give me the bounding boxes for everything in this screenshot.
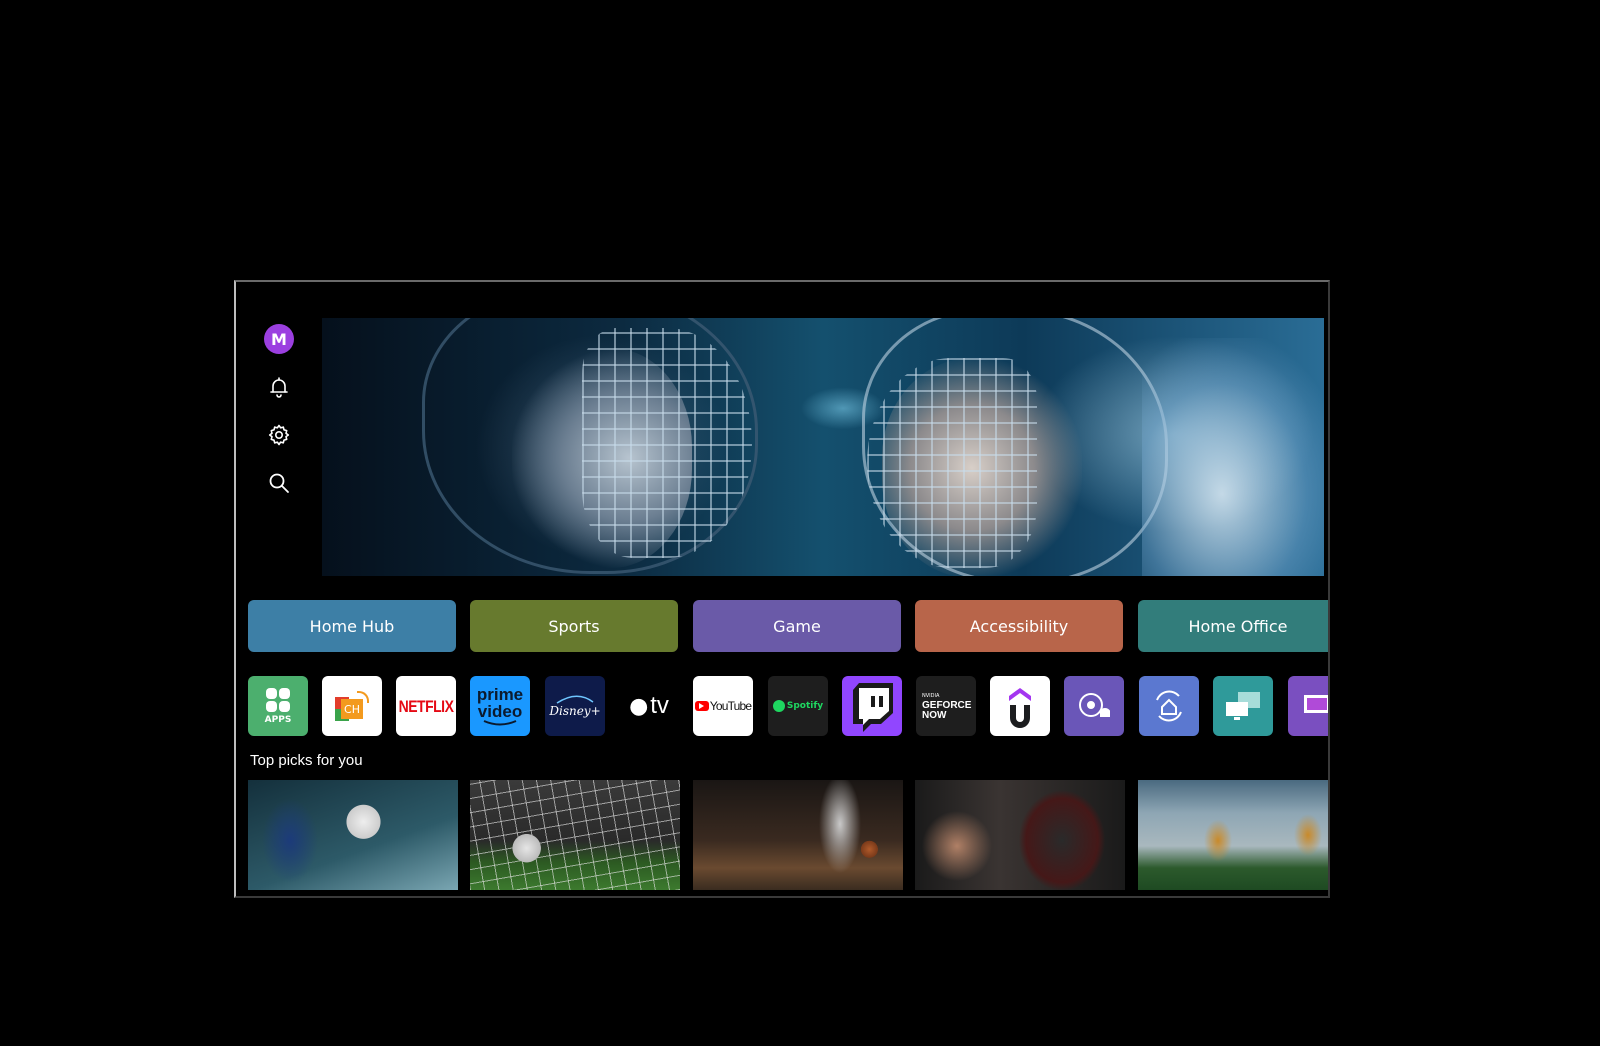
category-label: Home Hub [309,616,395,636]
app-netflix[interactable]: NETFLIX [396,676,456,736]
app-home-hub[interactable] [1139,676,1199,736]
category-game[interactable]: Game [693,600,901,652]
avatar-initial: M [271,329,287,349]
pick-basketball[interactable] [693,780,903,890]
screen-music-icon [1304,695,1328,713]
notifications-button[interactable] [262,370,296,404]
spotify-icon [772,700,785,712]
search-button[interactable] [262,466,296,500]
apps-grid-icon [266,688,290,712]
app-label: APPS [264,715,292,725]
twitch-icon [853,683,893,732]
hero-banner[interactable] [322,318,1324,576]
top-picks-title: Top picks for you [250,752,363,769]
category-sports[interactable]: Sports [470,600,678,652]
app-music[interactable] [1288,676,1328,736]
youtube-play-icon [694,701,709,711]
hero-cage-right [867,358,1037,568]
apple-icon: ● [629,693,649,719]
settings-button[interactable] [262,418,296,452]
category-row: Home Hub Sports Game Accessibility Home … [248,600,1328,652]
search-icon [269,473,289,493]
screen-share-icon [1226,692,1260,720]
app-sports-alert[interactable] [1064,676,1124,736]
soccer-bell-icon [1079,693,1110,717]
app-label-top: prime [476,685,524,704]
app-label: Spotify [786,701,824,711]
category-label: Accessibility [969,616,1069,636]
gear-icon [268,424,290,446]
app-label: NETFLIX [398,696,454,716]
category-label: Game [773,616,821,636]
app-apps[interactable]: APPS [248,676,308,736]
app-geforce-now[interactable]: NVIDIA GEFORCE NOW [916,676,976,736]
bell-icon [270,377,288,398]
pick-american-football[interactable] [1138,780,1328,890]
avatar: M [264,324,294,354]
app-disney-plus[interactable]: Disney+ [545,676,605,736]
app-label-bottom: NOW [922,710,947,721]
app-youtube[interactable]: YouTube [693,676,753,736]
disney-arc-icon [556,695,594,704]
pick-soccer-goal-net[interactable] [470,780,680,890]
category-label: Sports [548,616,600,636]
home-circle-icon [1156,690,1182,722]
app-twitch[interactable] [842,676,902,736]
app-prime-video[interactable]: prime video [470,676,530,736]
udemy-icon [1009,688,1031,728]
app-live-tv[interactable]: CH [322,676,382,736]
smile-arrow-icon [483,720,517,726]
app-label-bottom: video [477,702,523,721]
category-home-hub[interactable]: Home Hub [248,600,456,652]
app-spotify[interactable]: Spotify [768,676,828,736]
top-picks-row [248,780,1328,890]
app-label: tv [650,692,669,719]
app-label: Disney+ [549,704,601,718]
tv-frame: M Home Hub Sports Game Accessibility Hom… [234,280,1330,898]
pick-boxing[interactable] [915,780,1125,890]
app-apple-tv[interactable]: ● tv [619,676,679,736]
hero-jersey-right [1142,338,1324,576]
profile-button[interactable]: M [262,322,296,356]
pick-soccer-kick[interactable] [248,780,458,890]
category-home-office[interactable]: Home Office [1138,600,1328,652]
tv-screen: M Home Hub Sports Game Accessibility Hom… [236,282,1328,896]
apps-row: APPS CH NETFLIX prime video Disney+ ● tv… [248,676,1328,736]
category-accessibility[interactable]: Accessibility [915,600,1123,652]
sidebar: M [262,322,296,514]
app-label: CH [344,702,360,716]
channel-icon: CH [335,691,369,721]
app-label: YouTube [709,699,752,713]
app-udemy[interactable] [990,676,1050,736]
category-label: Home Office [1188,616,1288,636]
hero-cage-left [582,328,752,558]
app-screen-share[interactable] [1213,676,1273,736]
